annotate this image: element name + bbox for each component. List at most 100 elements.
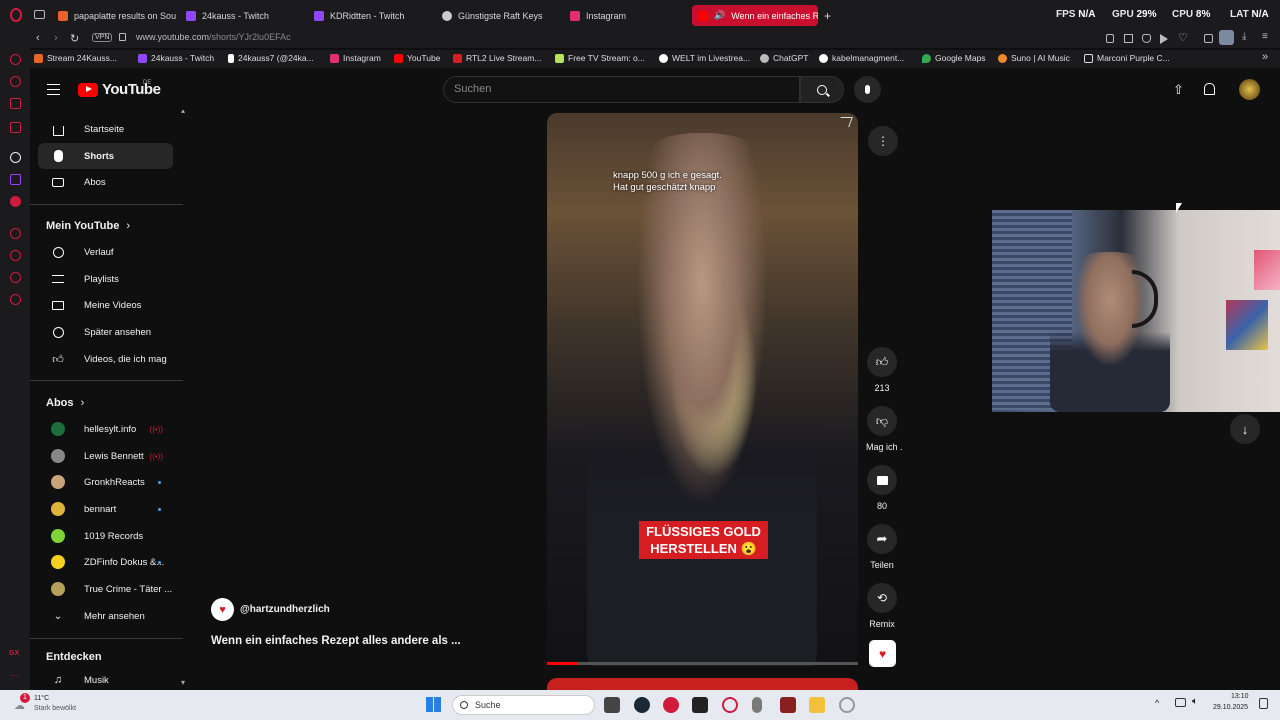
clock-time[interactable]: 13:10 xyxy=(1231,693,1249,700)
reload-icon[interactable]: ↻ xyxy=(70,32,79,45)
notifications-bell-icon[interactable] xyxy=(1204,83,1215,95)
task-view-icon[interactable] xyxy=(604,697,620,713)
account-avatar[interactable] xyxy=(1239,79,1260,100)
menu-icon[interactable]: ≡ xyxy=(1262,31,1268,42)
tab-papaplatte[interactable]: papaplatte results on Sou xyxy=(52,5,176,26)
profile-avatar[interactable] xyxy=(1219,30,1234,45)
notification-icon[interactable] xyxy=(1259,698,1268,709)
subscription-item[interactable]: hellesylt.info ((•)) xyxy=(38,416,173,442)
scroll-down-button[interactable]: ↓ xyxy=(1230,414,1260,444)
shield-icon[interactable] xyxy=(1142,34,1151,43)
next-short-preview[interactable] xyxy=(547,678,858,690)
video-progress-bar[interactable] xyxy=(547,662,858,665)
pin-icon[interactable] xyxy=(1106,34,1114,43)
bookmark-item[interactable]: kabelmanagment... xyxy=(819,53,904,63)
network-icon[interactable] xyxy=(1175,698,1186,707)
opera-logo-icon[interactable] xyxy=(10,8,22,22)
tab-raft-keys[interactable]: Günstigste Raft Keys xyxy=(436,5,560,26)
app-red-icon[interactable] xyxy=(663,697,679,713)
url-field[interactable]: www.youtube.com/shorts/YJr2lu0EFAc xyxy=(136,32,291,42)
extensions-icon[interactable] xyxy=(1204,34,1213,43)
subscriptions-section-title[interactable]: Abos › xyxy=(46,397,84,409)
tab-24kauss[interactable]: 24kauss - Twitch xyxy=(180,5,304,26)
short-video-player[interactable]: knapp 500 g ich e gesagt. Hat gut geschä… xyxy=(547,113,858,666)
bookmarks-overflow-icon[interactable]: » xyxy=(1262,51,1268,63)
tab-kdridtten[interactable]: KDRidtten - Twitch xyxy=(308,5,432,26)
search-input[interactable] xyxy=(454,83,784,95)
sidebar-item-history[interactable]: Verlauf xyxy=(38,239,173,265)
tray-overflow-icon[interactable]: ^ xyxy=(1155,698,1159,708)
vpn-badge[interactable]: VPN xyxy=(92,33,113,42)
steam-icon[interactable] xyxy=(634,697,650,713)
bookmark-item[interactable]: YouTube xyxy=(394,53,440,63)
hamburger-menu-icon[interactable] xyxy=(47,84,60,95)
share-button[interactable]: ➦ xyxy=(867,524,897,554)
bookmark-item[interactable]: Stream 24Kauss... xyxy=(34,53,117,63)
channel-avatar[interactable]: ♥ xyxy=(211,598,234,621)
games-icon[interactable] xyxy=(10,98,21,109)
sidebar-item-subscriptions[interactable]: Abos xyxy=(38,169,173,195)
bookmark-item[interactable]: Suno | AI Music xyxy=(998,53,1070,63)
dislike-button[interactable]: 👎︎ xyxy=(867,406,897,436)
new-tab-button[interactable]: + xyxy=(818,5,836,26)
messenger-icon[interactable] xyxy=(10,76,21,87)
forward-icon[interactable]: › xyxy=(54,32,58,44)
tab-instagram[interactable]: Instagram xyxy=(564,5,688,26)
bookmark-item[interactable]: WELT im Livestrea... xyxy=(659,53,750,63)
play-icon[interactable] xyxy=(1160,34,1168,44)
subscription-item[interactable]: Lewis Bennett ((•)) xyxy=(38,443,173,469)
chatgpt-icon[interactable] xyxy=(10,152,21,163)
volume-icon[interactable]: 🔈︎ xyxy=(1192,696,1198,707)
subscription-item[interactable]: ZDFinfo Dokus &... xyxy=(38,549,173,575)
bookmark-item[interactable]: 24kauss - Twitch xyxy=(138,53,214,63)
sidebar-item-music[interactable]: ♫ Musik xyxy=(38,667,173,690)
workspace-icon[interactable] xyxy=(10,122,21,133)
windows-start-icon[interactable] xyxy=(426,697,441,712)
sound-thumbnail[interactable]: ♥ xyxy=(869,640,896,667)
subscription-item[interactable]: GronkhReacts xyxy=(38,469,173,495)
bookmark-item[interactable]: Google Maps xyxy=(922,53,986,63)
player-icon[interactable] xyxy=(10,228,21,239)
snapshot-icon[interactable] xyxy=(1124,34,1133,43)
search-button[interactable] xyxy=(800,76,844,103)
sidebar-item-shorts[interactable]: Shorts xyxy=(38,143,173,169)
channel-info[interactable]: ♥ @hartzundherzlich xyxy=(211,598,330,621)
epic-games-icon[interactable] xyxy=(692,697,708,713)
more-options-button[interactable]: ⋮ xyxy=(868,126,898,156)
comments-button[interactable] xyxy=(867,465,897,495)
you-section-title[interactable]: Mein YouTube › xyxy=(46,220,130,232)
bookmark-item[interactable]: Marconi Purple C... xyxy=(1084,53,1170,63)
tab-active-short[interactable]: 🔊 Wenn ein einfaches R xyxy=(692,5,818,26)
bookmark-item[interactable]: Free TV Stream: o... xyxy=(555,53,645,63)
sidebar-scroll-up-icon[interactable]: ▴ xyxy=(181,110,185,115)
network-app-icon[interactable] xyxy=(839,697,855,713)
gx-control-icon[interactable]: GX xyxy=(9,650,19,657)
subscription-item[interactable]: True Crime - Täter ... xyxy=(38,576,173,602)
subscription-item[interactable]: 1019 Records xyxy=(38,523,173,549)
extensions-icon[interactable] xyxy=(10,272,21,283)
sidebar-item-playlists[interactable]: Playlists xyxy=(38,266,173,292)
video-menu-corner-icon[interactable] xyxy=(837,117,853,127)
bookmark-item[interactable]: ChatGPT xyxy=(760,53,808,63)
heart-icon[interactable]: ♡ xyxy=(1178,31,1188,44)
twitch-icon[interactable] xyxy=(10,174,21,185)
more-icon[interactable]: ··· xyxy=(10,670,19,680)
sidebar-item-your-videos[interactable]: Meine Videos xyxy=(38,292,173,318)
taskbar-search-input[interactable] xyxy=(475,700,585,710)
file-explorer-icon[interactable] xyxy=(809,697,825,713)
remix-button[interactable]: ⟲ xyxy=(867,583,897,613)
bookmark-item[interactable]: Instagram xyxy=(330,53,381,63)
settings-icon[interactable] xyxy=(10,294,21,305)
sidebar-scroll-down-icon[interactable]: ▾ xyxy=(181,678,185,687)
subscription-item[interactable]: bennart xyxy=(38,496,173,522)
upload-icon[interactable]: ⇧ xyxy=(1173,82,1184,98)
download-icon[interactable]: ⤓ xyxy=(1242,31,1246,42)
video-title[interactable]: Wenn ein einfaches Rezept alles andere a… xyxy=(211,635,461,647)
youtube-icon[interactable] xyxy=(10,196,21,207)
sidebar-item-liked-videos[interactable]: 👍︎ Videos, die ich mag xyxy=(38,346,173,372)
like-button[interactable]: 👍︎ xyxy=(867,347,897,377)
history-icon[interactable] xyxy=(10,250,21,261)
bookmark-item[interactable]: 24kauss7 (@24ka... xyxy=(228,53,314,63)
sidebar-item-home[interactable]: Startseite xyxy=(38,116,173,142)
tab-menu-icon[interactable] xyxy=(34,10,45,19)
